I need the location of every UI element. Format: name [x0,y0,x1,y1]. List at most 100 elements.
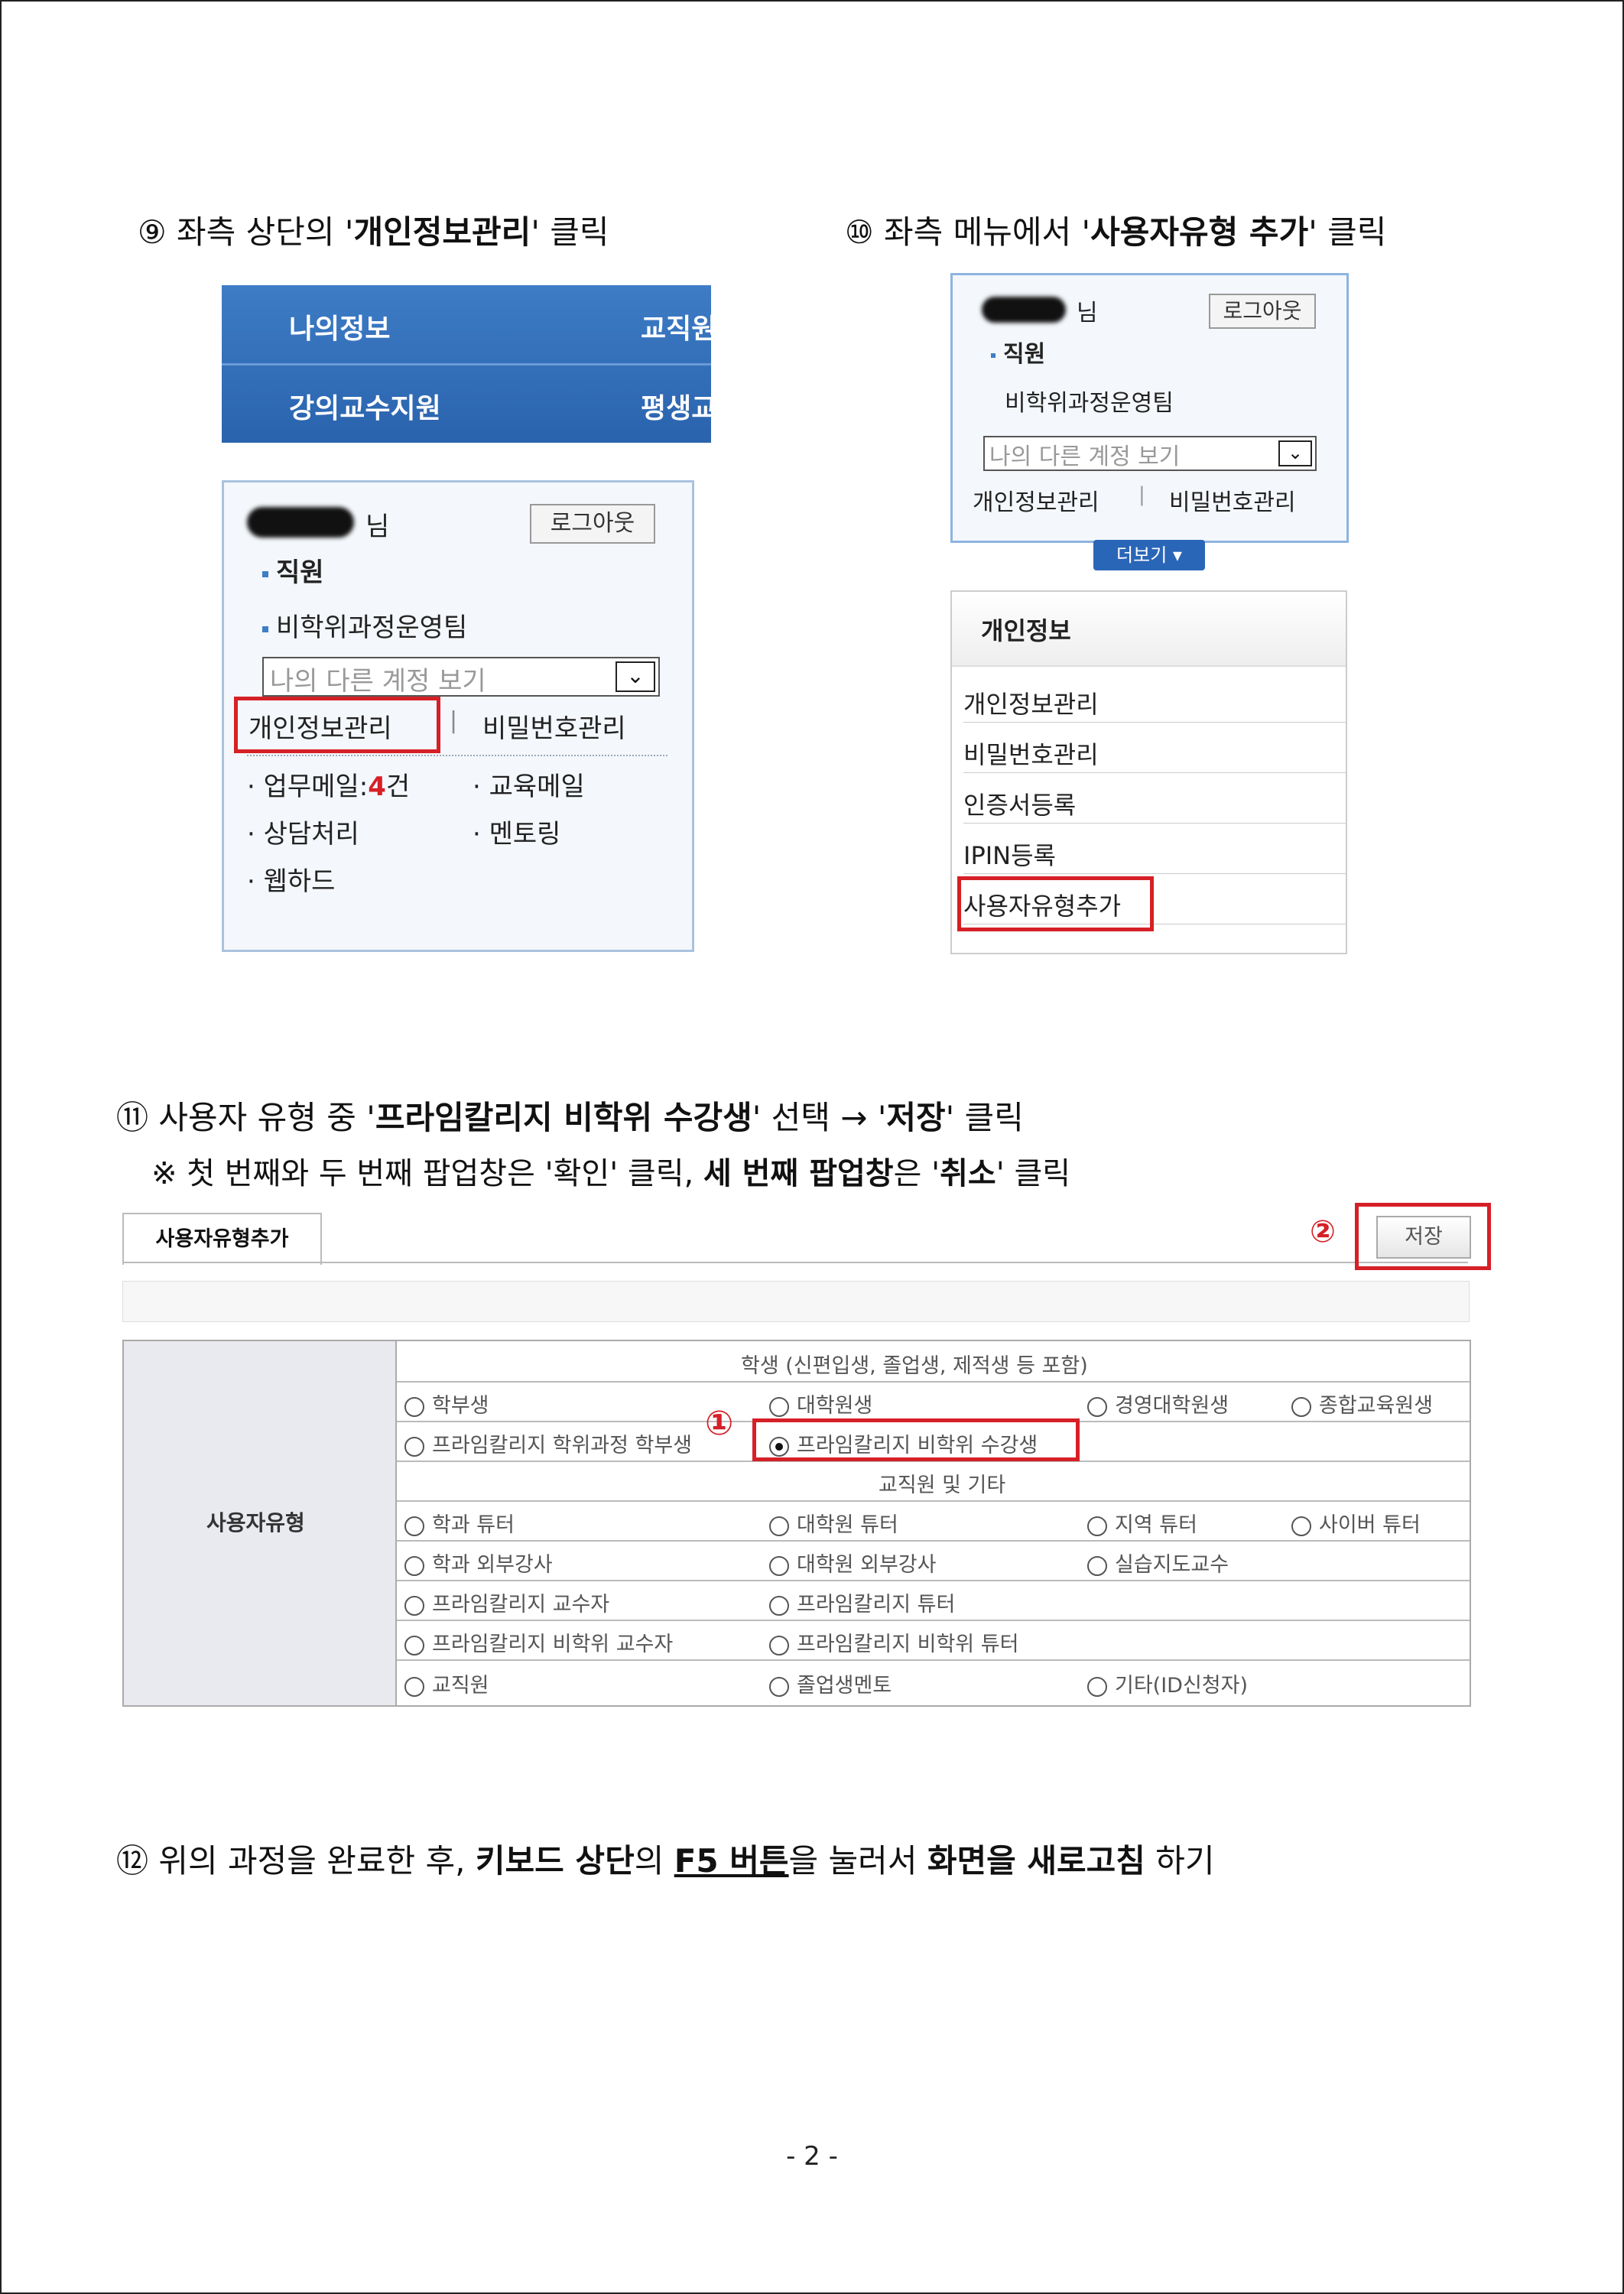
radio-region-tutor[interactable]: 지역 튜터 [1087,1508,1197,1538]
radio-icon [1291,1396,1311,1417]
radio-label: 대학원생 [797,1394,873,1418]
mail-unit: 건 [385,772,411,802]
radio-icon [1087,1676,1107,1697]
chevron-down-icon[interactable]: ⌄ [615,661,655,692]
step-text: 의 [634,1842,674,1880]
note-keyword: 세 번째 팝업창 [703,1156,894,1191]
tab-add-user-type[interactable]: 사용자유형추가 [122,1213,322,1265]
radio-icon [769,1516,789,1536]
nav-item-staff[interactable]: 교직원 [641,307,711,346]
step-number: ⑩ [845,213,874,251]
logout-button[interactable]: 로그아웃 [530,504,655,544]
radio-icon [404,1595,424,1616]
login-panel-small: 님 로그아웃 직원 비학위과정운영팀 나의 다른 계정 보기 ⌄ 개인정보관리 … [950,273,1349,543]
radio-mba[interactable]: 경영대학원생 [1087,1389,1229,1418]
password-link[interactable]: 비밀번호관리 [1169,483,1296,517]
radio-cyber-tutor[interactable]: 사이버 튜터 [1291,1508,1421,1538]
note-text: ' 클릭 [996,1156,1071,1191]
radio-staff[interactable]: 교직원 [404,1669,489,1698]
radio-label: 학부생 [432,1394,489,1418]
radio-continuing-ed[interactable]: 종합교육원생 [1291,1389,1433,1418]
step-text: ' 클릭 [1308,213,1387,251]
role-text: 직원 [276,557,324,588]
radio-label: 사이버 튜터 [1319,1513,1421,1537]
tab-underline [122,1262,1468,1263]
step-keyword: 저장 [886,1099,946,1136]
section-row-staff: 교직원 및 기타 [397,1461,1470,1502]
page-number: - 2 - [786,2141,838,2172]
radio-icon [404,1635,424,1656]
nav-item-my-info[interactable]: 나의정보 [289,307,390,346]
radio-prime-non-degree-tutor[interactable]: 프라임칼리지 비학위 튜터 [769,1627,1018,1657]
link-separator: | [450,707,458,734]
note-keyword: 취소 [940,1156,996,1191]
edu-mail-link[interactable]: · 교육메일 [473,765,585,803]
step-text: 사용자 유형 중 ' [148,1099,375,1136]
note-text: 은 ' [893,1156,940,1191]
radio-icon [769,1555,789,1576]
radio-prime-degree[interactable]: 프라임칼리지 학위과정 학부생 [404,1428,692,1458]
more-button[interactable]: 더보기 ▾ [1093,540,1205,570]
step-number: ⑪ [116,1099,149,1136]
step-text: 을 눌러서 [788,1842,927,1880]
radio-prime-instructor[interactable]: 프라임칼리지 교수자 [404,1587,609,1617]
submenu-item-profile[interactable]: 개인정보관리 [963,685,1099,720]
radio-grad[interactable]: 대학원생 [769,1389,872,1418]
submenu-item-certificate[interactable]: 인증서등록 [963,786,1076,821]
radio-icon [1087,1396,1107,1417]
logout-button[interactable]: 로그아웃 [1209,294,1316,329]
radio-label: 종합교육원생 [1319,1394,1434,1418]
radio-label: 졸업생멘토 [797,1674,892,1698]
radio-grad-lecturer[interactable]: 대학원 외부강사 [769,1548,936,1578]
role-label: 직원 [262,551,324,589]
note-text: ※ 첫 번째와 두 번째 팝업창은 '확인' 클릭, [151,1156,703,1191]
radio-prime-non-degree-instructor[interactable]: 프라임칼리지 비학위 교수자 [404,1627,673,1657]
password-link[interactable]: 비밀번호관리 [482,707,626,745]
table-row: 프라임칼리지 비학위 교수자 프라임칼리지 비학위 튜터 [397,1620,1470,1661]
radio-icon [769,1396,789,1417]
radio-undergrad[interactable]: 학부생 [404,1389,489,1418]
account-select[interactable]: 나의 다른 계정 보기 ⌄ [262,657,660,697]
edu-mail-text: 교육메일 [489,772,585,802]
radio-label: 프라임칼리지 학위과정 학부생 [432,1434,693,1457]
divider [963,873,1346,874]
radio-icon [1087,1516,1107,1536]
radio-label: 학과 외부강사 [432,1553,553,1577]
table-row: 학과 튜터 대학원 튜터 지역 튜터 사이버 튜터 [397,1500,1470,1542]
team-text: 비학위과정운영팀 [1005,390,1174,417]
step-number: ⑨ [138,213,167,251]
counsel-link[interactable]: · 상담처리 [247,813,359,850]
nav-item-lifelong[interactable]: 평생교 [641,386,711,426]
radio-label: 교직원 [432,1674,489,1698]
radio-label: 학과 튜터 [432,1513,515,1537]
redacted-username [982,297,1066,323]
radio-grad-tutor[interactable]: 대학원 튜터 [769,1508,898,1538]
highlight-non-degree-option [752,1418,1080,1461]
radio-alumni-mentor[interactable]: 졸업생멘토 [769,1669,892,1698]
radio-label: 대학원 외부강사 [797,1553,937,1577]
step-11-note: ※ 첫 번째와 두 번째 팝업창은 '확인' 클릭, 세 번째 팝업창은 '취소… [151,1149,1070,1193]
divider [963,772,1346,773]
radio-other[interactable]: 기타(ID신청자) [1087,1669,1248,1698]
radio-label: 기타(ID신청자) [1115,1674,1249,1698]
divider [963,823,1346,824]
nav-item-lecture-support[interactable]: 강의교수지원 [289,386,441,426]
mentoring-link[interactable]: · 멘토링 [473,813,560,850]
link-separator: | [1138,483,1145,506]
submenu-item-password[interactable]: 비밀번호관리 [963,736,1099,771]
radio-dept-tutor[interactable]: 학과 튜터 [404,1508,515,1538]
work-mail-link[interactable]: · 업무메일:4건 [247,765,410,803]
user-type-table: 사용자유형 학생 (신편입생, 졸업생, 제적생 등 포함) 학부생 대학원생 … [122,1340,1471,1707]
bullet-icon [991,353,996,358]
step-keyword: 개인정보관리 [353,213,531,251]
chevron-down-icon[interactable]: ⌄ [1278,440,1312,466]
radio-prime-tutor[interactable]: 프라임칼리지 튜터 [769,1587,955,1617]
radio-dept-lecturer[interactable]: 학과 외부강사 [404,1548,553,1578]
step-keyword: 화면을 새로고침 [927,1842,1145,1880]
submenu-item-ipin[interactable]: IPIN등록 [963,837,1056,872]
user-type-label-cell: 사용자유형 [124,1341,397,1705]
radio-practicum-prof[interactable]: 실습지도교수 [1087,1548,1229,1578]
account-select[interactable]: 나의 다른 계정 보기 ⌄ [983,436,1317,471]
profile-link[interactable]: 개인정보관리 [973,483,1099,517]
webhard-link[interactable]: · 웹하드 [247,860,335,898]
